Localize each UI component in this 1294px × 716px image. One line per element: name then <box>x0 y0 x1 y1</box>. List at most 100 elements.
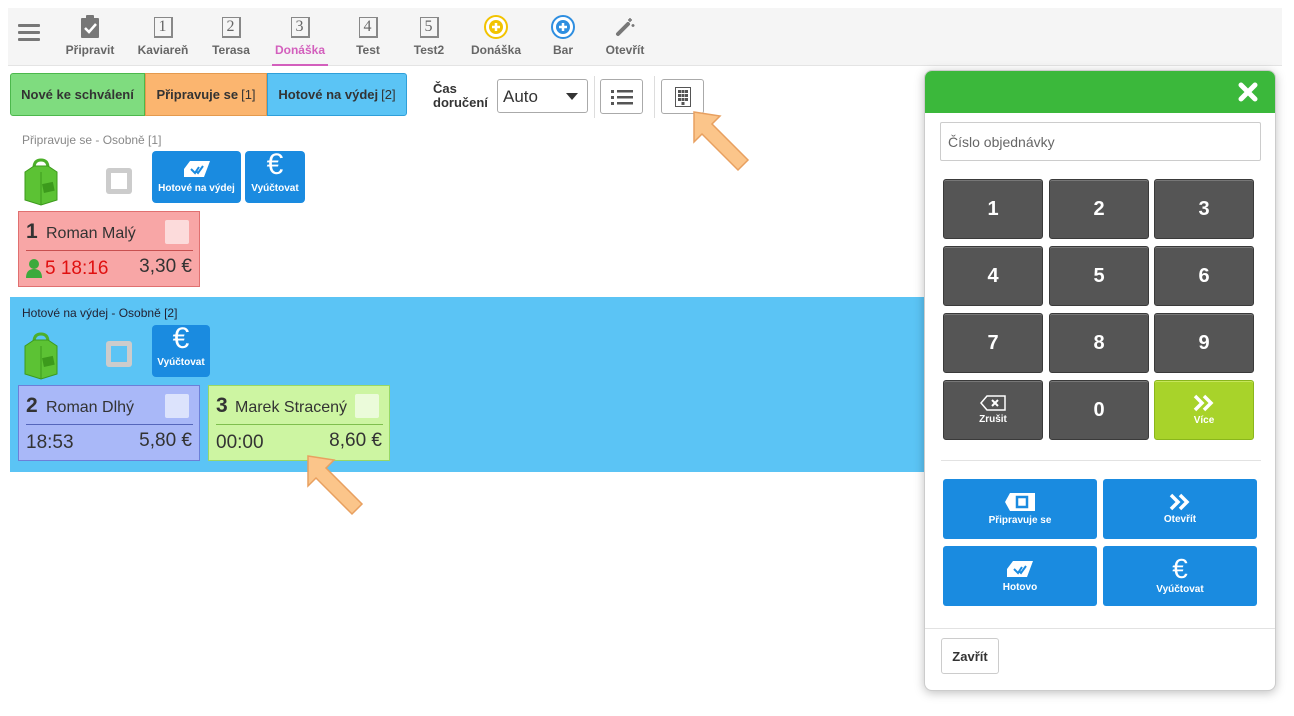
filter-preparing-count: [1] <box>241 87 256 102</box>
mark-ready-label: Hotové na výdej <box>158 183 235 194</box>
order-checkbox[interactable] <box>165 394 189 418</box>
modal-bill-label: Vyúčtovat <box>1156 584 1204 595</box>
app-root: Připravit 1 Kaviareň 2 Terasa 3 Donáška … <box>0 0 1294 716</box>
delivery-time-value: Auto <box>503 87 538 106</box>
hamburger-menu-icon[interactable] <box>18 24 40 42</box>
order-time: 00:00 <box>216 432 264 453</box>
mark-ready-button[interactable]: Hotové na výdej <box>152 151 241 203</box>
key-clear-label: Zrušit <box>979 414 1007 425</box>
list-icon <box>610 89 633 105</box>
nav-item-add-donaska[interactable]: Donáška <box>468 14 524 64</box>
person-icon <box>26 259 42 278</box>
nav-item-donaska-active[interactable]: 3 Donáška <box>272 14 328 66</box>
nav-label: Donáška <box>274 43 326 57</box>
divider <box>941 460 1261 461</box>
table-1-icon: 1 <box>153 16 173 38</box>
key-9[interactable]: 9 <box>1154 313 1254 373</box>
order-checkbox[interactable] <box>165 220 189 244</box>
key-3[interactable]: 3 <box>1154 179 1254 239</box>
order-checkbox[interactable] <box>355 394 379 418</box>
keypad-icon <box>674 86 691 107</box>
nav-item-terasa[interactable]: 2 Terasa <box>208 14 254 64</box>
delivery-time-select[interactable]: Auto <box>497 79 588 113</box>
key-4[interactable]: 4 <box>943 246 1043 306</box>
filter-new-label: Nové ke schválení <box>21 87 134 102</box>
takeaway-bag-icon <box>24 332 58 380</box>
order-customer-name: Marek Stracený <box>235 399 348 416</box>
bill-button[interactable]: € Vyúčtovat <box>245 150 305 203</box>
chevron-down-icon <box>566 93 578 100</box>
key-2[interactable]: 2 <box>1049 179 1149 239</box>
table-2-icon: 2 <box>221 16 241 38</box>
bill-button[interactable]: € Vyúčtovat <box>152 322 210 377</box>
set-done-label: Hotovo <box>1002 582 1038 593</box>
table-4-icon: 4 <box>358 16 378 38</box>
key-6[interactable]: 6 <box>1154 246 1254 306</box>
nav-label: Kaviareň <box>137 43 189 57</box>
filter-preparing-label: Připravuje se <box>156 87 239 102</box>
double-chevron-right-icon <box>1193 394 1214 412</box>
list-view-button[interactable] <box>600 79 643 114</box>
section-preparing-title: Připravuje se - Osobně [1] <box>22 133 162 147</box>
key-5[interactable]: 5 <box>1049 246 1149 306</box>
order-number: 1 <box>26 220 38 243</box>
select-all-checkbox[interactable] <box>106 168 132 194</box>
key-more[interactable]: Více <box>1154 380 1254 440</box>
order-number: 3 <box>216 394 228 417</box>
euro-icon: € <box>1172 553 1188 584</box>
set-preparing-label: Připravuje se <box>988 515 1052 526</box>
key-8[interactable]: 8 <box>1049 313 1149 373</box>
top-navigation: Připravit 1 Kaviareň 2 Terasa 3 Donáška … <box>8 8 1282 66</box>
select-all-checkbox[interactable] <box>106 341 132 367</box>
modal-bill-button[interactable]: € Vyúčtovat <box>1103 546 1257 606</box>
key-0[interactable]: 0 <box>1049 380 1149 440</box>
add-blue-icon <box>548 14 578 40</box>
close-icon[interactable] <box>1237 81 1259 103</box>
order-card[interactable]: 1 Roman Malý 5 18:16 3,30 € <box>18 211 200 287</box>
nav-label: Test2 <box>413 43 445 57</box>
nav-item-test[interactable]: 4 Test <box>348 14 388 64</box>
filter-ready-count: [2] <box>381 87 396 102</box>
nav-label: Otevřít <box>605 43 645 57</box>
nav-label: Připravit <box>65 43 115 57</box>
nav-item-kaviaren[interactable]: 1 Kaviareň <box>136 14 190 64</box>
key-1[interactable]: 1 <box>943 179 1043 239</box>
order-card[interactable]: 2 Roman Dlhý 18:53 5,80 € <box>18 385 200 461</box>
filter-ready-button[interactable]: Hotové na výdej [2] <box>267 73 407 116</box>
section-ready-title: Hotové na výdej - Osobně [2] <box>22 306 178 320</box>
filter-ready-label: Hotové na výdej <box>278 87 379 102</box>
euro-icon: € <box>172 322 190 355</box>
open-button[interactable]: Otevřít <box>1103 479 1257 539</box>
order-time: 18:53 <box>26 432 74 453</box>
pointer-arrow-icon <box>307 455 364 516</box>
filter-preparing-button[interactable]: Připravuje se [1] <box>145 73 267 116</box>
order-card[interactable]: 3 Marek Stracený 00:00 8,60 € <box>208 385 390 461</box>
order-price: 3,30 € <box>139 256 192 277</box>
order-number: 2 <box>26 394 38 417</box>
set-done-button[interactable]: Hotovo <box>943 546 1097 606</box>
divider <box>216 424 383 425</box>
nav-item-pripravit[interactable]: Připravit <box>63 14 117 64</box>
modal-header <box>925 71 1275 113</box>
ticket-check-icon <box>152 151 241 179</box>
nav-label: Donáška <box>470 43 522 57</box>
filter-new-button[interactable]: Nové ke schválení <box>10 73 145 116</box>
order-price: 5,80 € <box>139 430 192 451</box>
key-clear[interactable]: Zrušit <box>943 380 1043 440</box>
table-5-icon: 5 <box>419 16 439 38</box>
nav-item-otevrit[interactable]: Otevřít <box>604 14 646 64</box>
keypad-modal: Číslo objednávky 1 2 3 4 5 6 7 8 9 Zruši… <box>924 70 1276 691</box>
divider <box>654 76 655 118</box>
double-chevron-right-icon <box>1169 493 1190 511</box>
close-button[interactable]: Zavřít <box>941 638 999 674</box>
delivery-time-label: Čas doručení <box>433 81 488 110</box>
nav-label: Test <box>356 43 380 57</box>
set-preparing-button[interactable]: Připravuje se <box>943 479 1097 539</box>
order-number-input[interactable]: Číslo objednávky <box>940 122 1261 161</box>
wand-icon <box>604 14 646 40</box>
clipboard-check-icon <box>63 14 117 40</box>
nav-item-test2[interactable]: 5 Test2 <box>410 14 448 64</box>
divider <box>26 424 193 425</box>
nav-item-add-bar[interactable]: Bar <box>548 14 578 64</box>
key-7[interactable]: 7 <box>943 313 1043 373</box>
